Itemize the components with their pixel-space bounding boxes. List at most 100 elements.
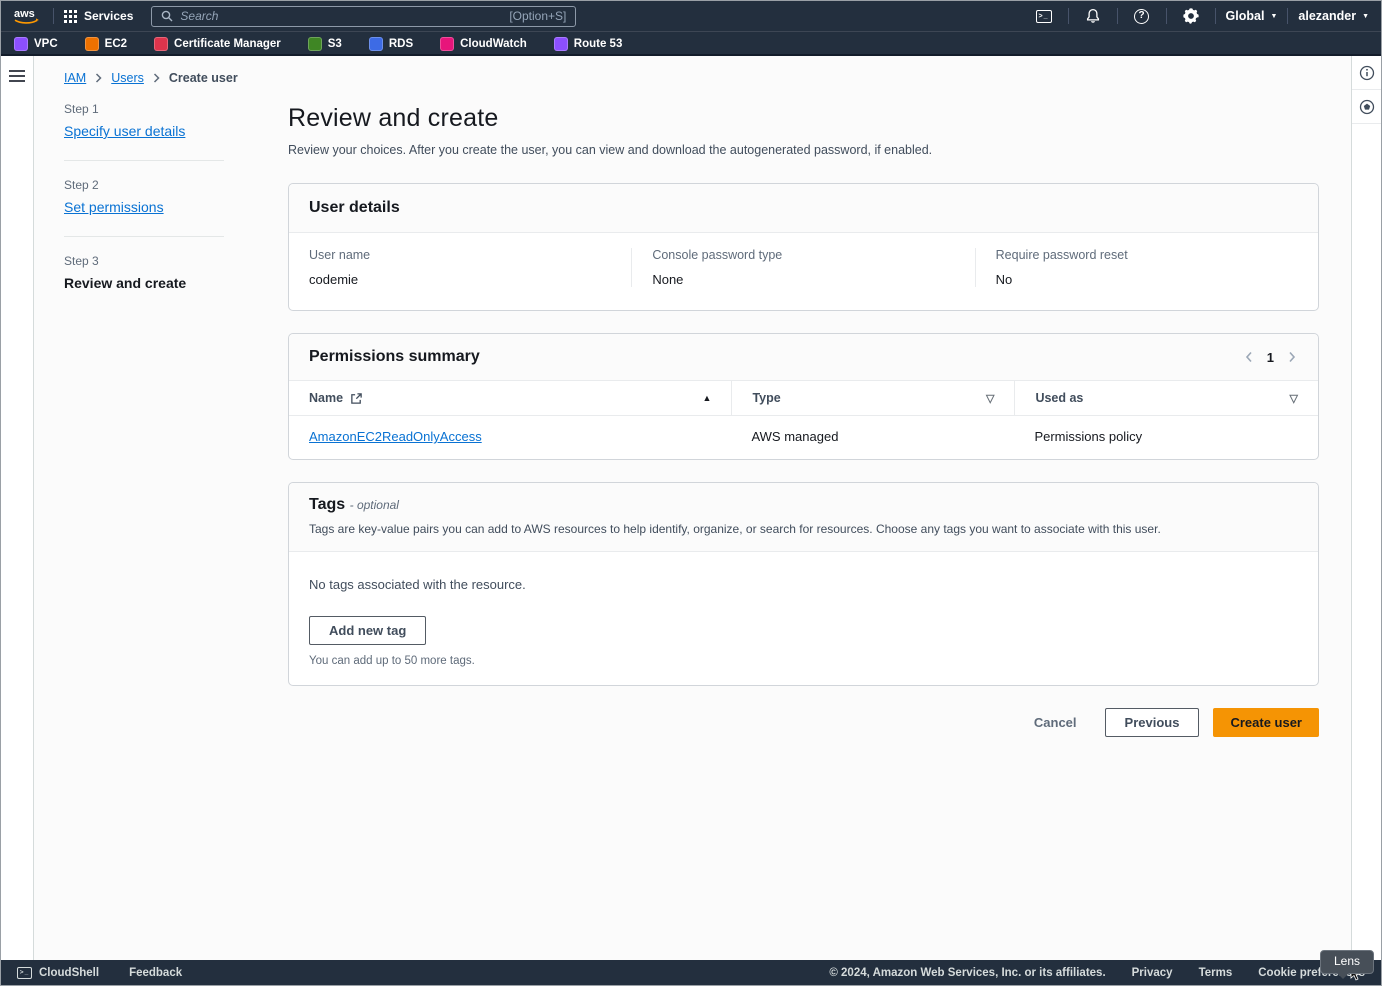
- step-number: Step 3: [64, 254, 224, 268]
- column-label: Used as: [1035, 391, 1083, 405]
- user-name-field: User name codemie: [289, 248, 632, 287]
- policy-link[interactable]: AmazonEC2ReadOnlyAccess: [309, 429, 482, 444]
- pagination-current-page[interactable]: 1: [1267, 350, 1274, 365]
- footer-bar: >_ CloudShell Feedback © 2024, Amazon We…: [1, 960, 1381, 985]
- info-panel-button[interactable]: [1352, 56, 1381, 90]
- top-navigation-bar: aws Services [Option+S] >_: [1, 1, 1381, 31]
- policy-name-cell: AmazonEC2ReadOnlyAccess: [289, 416, 731, 459]
- aws-logo[interactable]: aws: [11, 6, 43, 26]
- favorite-route53[interactable]: Route 53: [554, 37, 623, 51]
- tags-title: Tags: [309, 496, 345, 513]
- terms-link[interactable]: Terms: [1199, 967, 1233, 979]
- field-label: User name: [309, 248, 611, 262]
- favorite-rds[interactable]: RDS: [369, 37, 413, 51]
- require-password-reset-field: Require password reset No: [976, 248, 1318, 287]
- notifications-button[interactable]: [1079, 5, 1107, 27]
- route53-service-icon: [554, 37, 568, 51]
- lens-badge[interactable]: Lens: [1320, 950, 1374, 974]
- step-link-specify-user-details[interactable]: Specify user details: [64, 123, 185, 139]
- svg-text:aws: aws: [14, 8, 35, 20]
- favorite-vpc[interactable]: VPC: [14, 37, 58, 51]
- permissions-summary-title: Permissions summary: [309, 348, 480, 366]
- column-label: Name: [309, 391, 343, 405]
- favorite-label: VPC: [34, 38, 58, 50]
- favorite-label: S3: [328, 38, 342, 50]
- search-icon: [161, 10, 173, 22]
- add-new-tag-button[interactable]: Add new tag: [309, 616, 426, 645]
- breadcrumb: IAM Users Create user: [64, 71, 1351, 85]
- pagination-previous-button[interactable]: [1243, 349, 1255, 365]
- global-search-box[interactable]: [Option+S]: [151, 6, 576, 27]
- divider: [1287, 8, 1288, 24]
- pagination-next-button[interactable]: [1286, 349, 1298, 365]
- settings-button[interactable]: [1177, 5, 1205, 27]
- ec2-service-icon: [85, 37, 99, 51]
- favorite-s3[interactable]: S3: [308, 37, 342, 51]
- hamburger-menu-icon[interactable]: [7, 68, 27, 84]
- region-selector[interactable]: Global ▼: [1226, 9, 1278, 23]
- favorite-label: Route 53: [574, 38, 623, 50]
- pentagon-circle-icon: [1359, 99, 1375, 115]
- wizard-step-2: Step 2 Set permissions: [64, 178, 224, 217]
- favorite-certificate-manager[interactable]: Certificate Manager: [154, 37, 281, 51]
- optional-suffix: - optional: [350, 498, 399, 512]
- policy-type-cell: AWS managed: [731, 416, 1014, 459]
- bell-icon: [1085, 8, 1101, 24]
- step-number: Step 1: [64, 102, 224, 116]
- cloudshell-terminal-icon: >_: [17, 967, 32, 979]
- breadcrumb-iam[interactable]: IAM: [64, 71, 86, 85]
- favorite-ec2[interactable]: EC2: [85, 37, 127, 51]
- account-menu[interactable]: alezander ▼: [1298, 9, 1369, 23]
- main-content: IAM Users Create user Step 1 Specify use…: [34, 56, 1351, 960]
- chevron-down-icon: ▼: [1270, 13, 1277, 20]
- cancel-button[interactable]: Cancel: [1034, 715, 1077, 730]
- filter-icon[interactable]: ▽: [1290, 392, 1298, 405]
- services-menu-button[interactable]: Services: [64, 9, 133, 23]
- wizard-steps: Step 1 Specify user details Step 2 Set p…: [64, 102, 224, 737]
- privacy-link[interactable]: Privacy: [1132, 967, 1173, 979]
- review-and-create-page: Review and create Review your choices. A…: [288, 102, 1319, 737]
- column-header-used-as[interactable]: Used as ▽: [1014, 381, 1318, 415]
- favorite-cloudwatch[interactable]: CloudWatch: [440, 37, 527, 51]
- policy-used-as-cell: Permissions policy: [1014, 416, 1318, 459]
- field-label: Require password reset: [996, 248, 1298, 262]
- aws-logo-icon: aws: [11, 6, 43, 26]
- divider: [64, 236, 224, 237]
- help-button[interactable]: ?: [1128, 5, 1156, 27]
- tags-card: Tags - optional Tags are key-value pairs…: [288, 482, 1319, 686]
- previous-button[interactable]: Previous: [1105, 708, 1200, 737]
- create-user-button[interactable]: Create user: [1213, 708, 1319, 737]
- breadcrumb-users[interactable]: Users: [111, 71, 144, 85]
- column-header-type[interactable]: Type ▽: [731, 381, 1014, 415]
- sort-ascending-icon[interactable]: ▲: [703, 393, 712, 403]
- vpc-service-icon: [14, 37, 28, 51]
- table-row: AmazonEC2ReadOnlyAccess AWS managed Perm…: [289, 416, 1318, 459]
- chevron-left-icon: [1245, 351, 1253, 363]
- user-details-card: User details User name codemie Console p…: [288, 183, 1319, 311]
- footer-cloudshell-button[interactable]: >_ CloudShell: [17, 967, 99, 979]
- user-details-title: User details: [309, 199, 400, 216]
- favorite-label: EC2: [105, 38, 127, 50]
- rds-service-icon: [369, 37, 383, 51]
- step-link-set-permissions[interactable]: Set permissions: [64, 199, 164, 215]
- cloudshell-button[interactable]: >_: [1030, 5, 1058, 27]
- left-nav-strip: [1, 56, 34, 960]
- info-icon: [1359, 65, 1375, 81]
- resource-panel-button[interactable]: [1352, 90, 1381, 124]
- divider: [1215, 8, 1216, 24]
- column-label: Type: [752, 391, 780, 405]
- field-value: None: [652, 272, 954, 287]
- search-input[interactable]: [180, 9, 502, 23]
- favorite-label: CloudWatch: [460, 38, 527, 50]
- feedback-button[interactable]: Feedback: [129, 967, 182, 979]
- filter-icon[interactable]: ▽: [986, 392, 994, 405]
- favorite-label: Certificate Manager: [174, 38, 281, 50]
- console-password-type-field: Console password type None: [632, 248, 975, 287]
- tags-limit-text: You can add up to 50 more tags.: [309, 655, 1298, 667]
- permissions-summary-header: Permissions summary 1: [289, 334, 1318, 381]
- wizard-step-3: Step 3 Review and create: [64, 254, 224, 293]
- cloudwatch-service-icon: [440, 37, 454, 51]
- column-header-name[interactable]: Name ▲: [289, 381, 731, 415]
- page-title: Review and create: [288, 104, 1319, 133]
- permissions-table-header: Name ▲ Type ▽: [289, 381, 1318, 416]
